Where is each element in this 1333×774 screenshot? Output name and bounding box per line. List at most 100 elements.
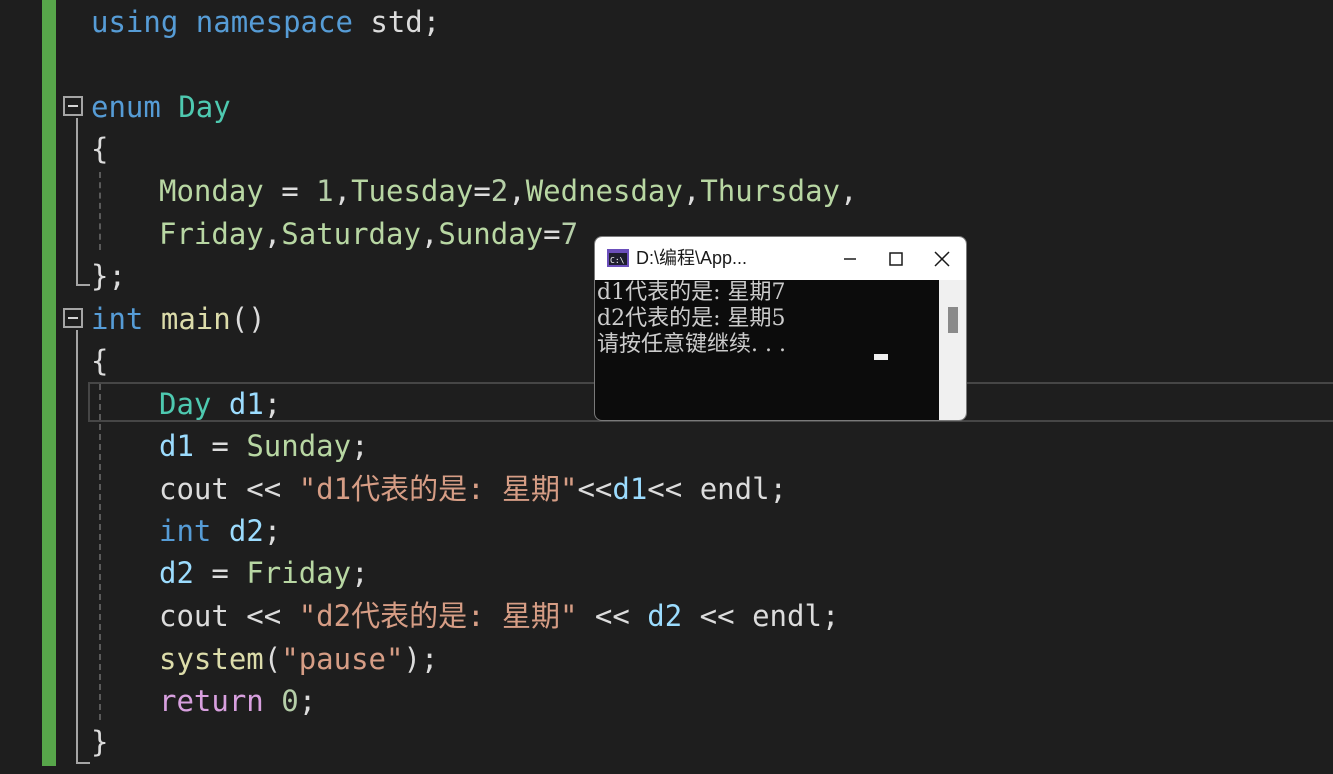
console-output-line-1: d1代表的是: 星期7 [597,280,786,305]
code-line-main-open[interactable]: { [91,340,108,382]
console-cursor [874,354,888,360]
editor.body_lines.2-token: << [647,472,700,506]
code-line[interactable]: Day d1; [159,383,281,425]
editor.body_lines.7-token: ; [298,684,317,718]
console-output[interactable]: d1代表的是: 星期7 d2代表的是: 星期5 请按任意键继续. . . [595,280,941,420]
code-line[interactable]: d1 = Sunday; [159,425,369,467]
console-scrollbar[interactable] [939,280,966,420]
enum-outline-line [76,118,78,286]
collapse-enum-icon[interactable] [63,96,83,116]
close-brace-semicolon: }; [91,259,126,293]
open-brace: { [91,132,109,166]
svg-text:C:\: C:\ [610,256,625,265]
editor.body_lines.2-token: << [577,472,613,506]
minimize-icon [844,258,856,260]
editor.body_lines.3-token: int [159,514,212,548]
editor.body_lines.3-token: ; [263,514,282,548]
editor.body_lines.6-token: ( [263,642,282,676]
code-line-enum-open[interactable]: { [91,128,108,170]
keyword-enum: enum [91,90,161,124]
editor.body_lines.6-token: ); [403,642,439,676]
editor.body_lines.3-token [211,514,228,548]
editor.body_lines.2-token: ; [769,472,787,506]
main-outline-line [76,330,78,764]
main-outline-end [76,762,90,764]
editor.enum_line1-token: Wednesday [525,174,683,208]
console-output-line-3: 请按任意键继续. . . [597,332,786,357]
console-output-line-2: d2代表的是: 星期5 [597,306,786,331]
editor.enum_line1-token: = [263,174,317,208]
console-title: D:\编程\App... [636,248,748,268]
code-line[interactable]: d2 = Friday; [159,552,369,594]
editor.enum_line2-token: Saturday [281,217,421,251]
code-line-main[interactable]: int main() [91,298,266,340]
semicolon: ; [422,5,441,39]
code-line[interactable]: system("pause"); [159,638,438,680]
editor.body_lines.0-token: ; [263,387,282,421]
code-line-using[interactable]: using namespace std; [91,1,440,43]
editor.body_lines.4-token: d2 [159,556,194,590]
console-scrollbar-thumb[interactable] [948,307,958,333]
console-titlebar[interactable]: C:\ D:\编程\App... [595,237,966,280]
editor.body_lines.2-token: "d1代表的是: 星期" [298,472,578,506]
code-line-enum-members-2[interactable]: Friday,Saturday,Sunday=7 [159,213,578,255]
enum-indent-guide [99,172,101,250]
editor.body_lines.4-token: ; [351,556,369,590]
editor.body_lines.1-token: = [193,429,247,463]
code-line[interactable]: cout << "d2代表的是: 星期" << d2 << endl; [159,595,839,637]
editor.enum_line2-token: 7 [560,217,579,251]
maximize-icon [889,252,903,266]
editor.enum_line1-token: , [333,174,352,208]
editor.body_lines.1-token: ; [351,429,369,463]
code-line[interactable]: return 0; [159,680,316,722]
editor.enum_line2-token: = [543,217,561,251]
code-line-enum-close[interactable]: }; [91,255,126,297]
type-day: Day [178,90,231,124]
code-line[interactable]: cout << "d1代表的是: 星期"<<d1<< endl; [159,468,787,510]
editor.body_lines.5-token: << [228,599,299,633]
open-brace: { [91,344,109,378]
editor.enum_line1-token: , [840,174,858,208]
keyword-int: int [91,302,144,336]
code-line-enum[interactable]: enum Day [91,86,231,128]
editor.enum_line2-token: , [263,217,282,251]
editor.body_lines.5-token: << [577,599,648,633]
collapse-main-icon[interactable] [63,308,83,328]
editor.enum_line1-token: Tuesday [351,174,474,208]
console-window[interactable]: C:\ D:\编程\App... d1代表的是: 星期7 d2代表的是: 星期5… [594,236,967,421]
editor.body_lines.1-token: d1 [159,429,194,463]
editor.body_lines.1-token: Sunday [246,429,352,463]
editor.body_lines.0-token [211,387,228,421]
editor.body_lines.2-token: << [228,472,299,506]
code-line[interactable]: int d2; [159,510,281,552]
editor.enum_line1-token: Thursday [700,174,841,208]
keyword-using: using [91,5,179,39]
close-icon [934,251,950,267]
editor.body_lines.6-token: "pause" [281,642,404,676]
editor.enum_line1-token: 2 [490,174,509,208]
minimize-button[interactable] [827,237,873,280]
editor.enum_line2-token: , [420,217,439,251]
editor.enum_line1-token: , [508,174,526,208]
close-button[interactable] [919,237,965,280]
code-line-main-close[interactable]: } [91,721,108,763]
change-tracking-bar [42,0,56,766]
editor.body_lines.7-token [264,684,281,718]
close-brace: } [91,725,109,759]
console-app-icon: C:\ [607,249,629,267]
code-line-enum-members-1[interactable]: Monday = 1,Tuesday=2,Wednesday,Thursday, [159,170,857,212]
editor.body_lines.7-token: return [159,684,264,718]
editor.body_lines.4-token: = [193,556,247,590]
enum-outline-end [76,284,90,286]
editor.enum_line1-token: Monday [159,174,264,208]
editor.enum_line2-token: Sunday [438,217,544,251]
maximize-button[interactable] [873,237,919,280]
parens: () [230,302,266,336]
editor.body_lines.5-token: endl [752,599,822,633]
editor.body_lines.5-token: ; [821,599,840,633]
editor.body_lines.5-token: d2 [647,599,683,633]
editor.body_lines.0-token: Day [159,387,212,421]
namespace-std: std [370,5,423,39]
editor.body_lines.4-token: Friday [246,556,352,590]
editor.enum_line2-token: Friday [159,217,264,251]
